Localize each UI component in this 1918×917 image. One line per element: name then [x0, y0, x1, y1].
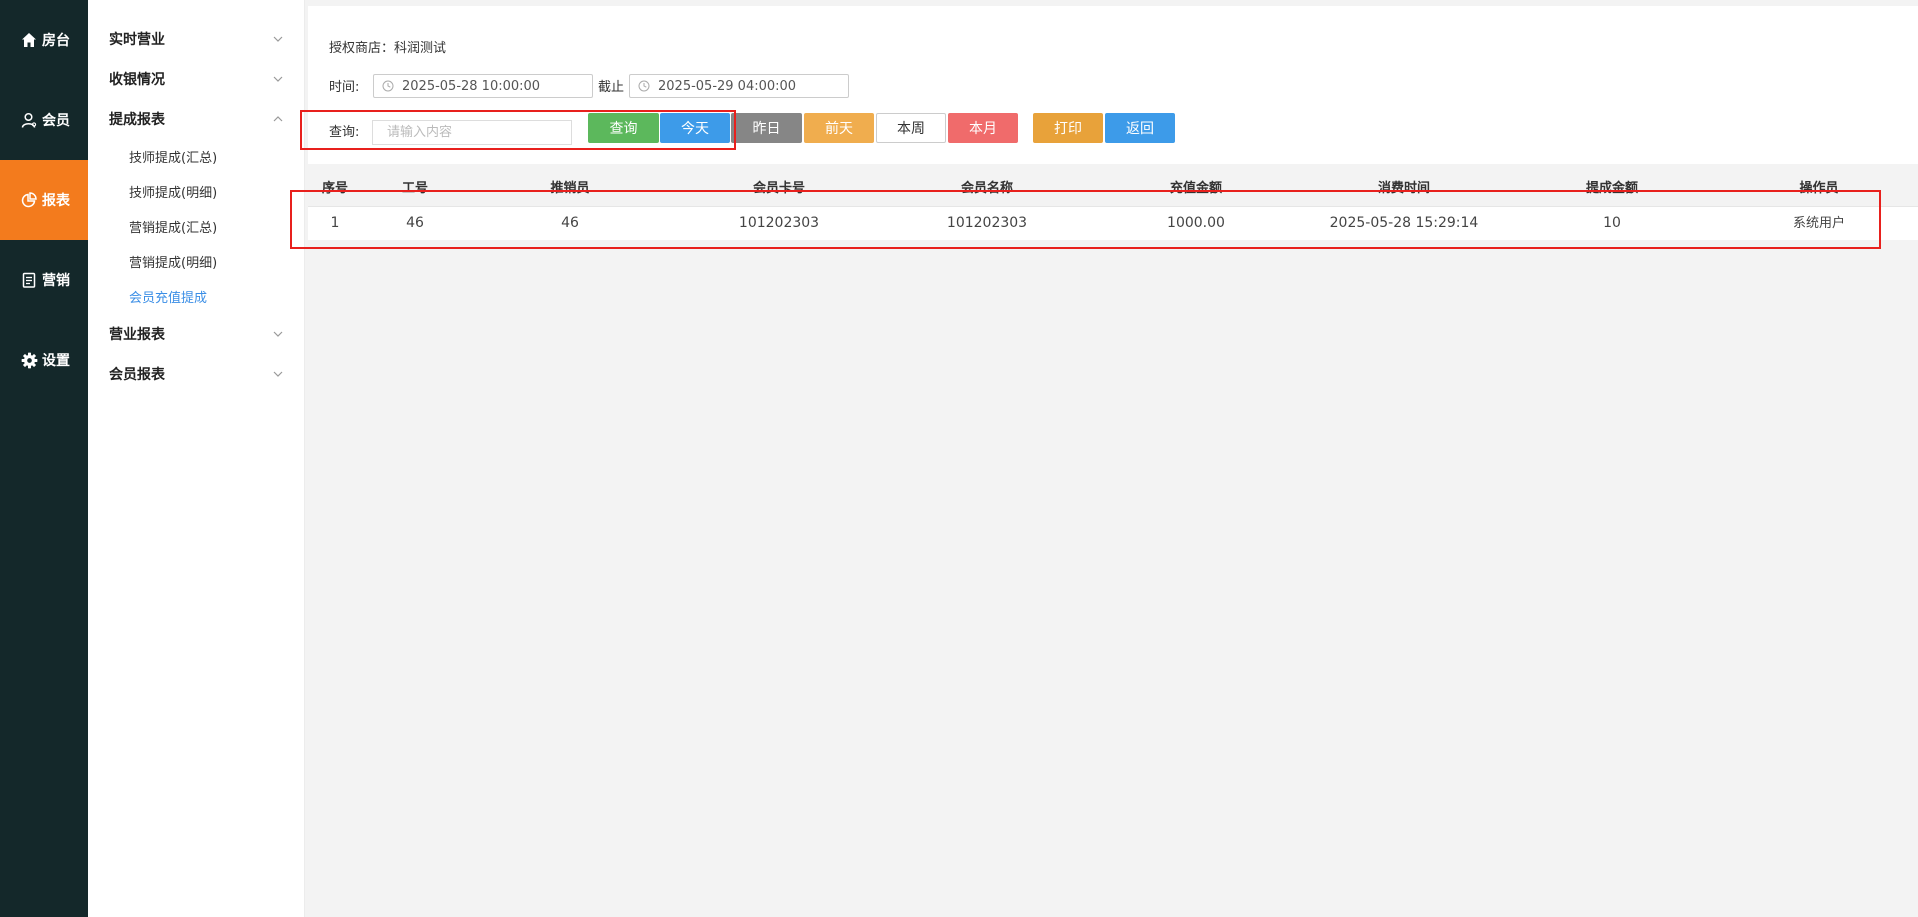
cell-recharge: 1000.00 — [1167, 215, 1225, 231]
time-label: 时间: — [329, 80, 360, 95]
menu-item-label: 技师提成(明细) — [129, 185, 218, 201]
cell-operator: 系统用户 — [1792, 216, 1846, 231]
yesterday-button[interactable]: 昨日 — [731, 113, 802, 143]
home-icon — [20, 31, 38, 49]
nav-label: 报表 — [42, 193, 70, 209]
chevron-down-icon — [273, 76, 283, 82]
sub-menu: 实时营业 收银情况 提成报表 技师提成(汇总) 技师提成(明细) 营销提成(汇总… — [88, 0, 305, 917]
table-row[interactable]: 1 46 46 101202303 101202303 1000.00 2025… — [308, 206, 1918, 240]
menu-item-tech-summary[interactable]: 技师提成(汇总) — [88, 140, 304, 172]
menu-group-label: 会员报表 — [109, 367, 165, 383]
chevron-down-icon — [273, 331, 283, 337]
clock-icon — [382, 80, 394, 92]
menu-item-sales-summary[interactable]: 营销提成(汇总) — [88, 210, 304, 242]
this-week-button[interactable]: 本周 — [876, 113, 946, 143]
start-date-value: 2025-05-28 10:00:00 — [402, 78, 541, 94]
cell-commission: 10 — [1603, 215, 1621, 231]
nav-item-reports[interactable]: 报表 — [0, 160, 88, 240]
end-date-input[interactable]: 2025-05-29 04:00:00 — [629, 74, 849, 98]
print-button[interactable]: 打印 — [1033, 113, 1103, 143]
menu-group-realtime[interactable]: 实时营业 — [88, 19, 304, 59]
table-header: 序号 工号 推销员 会员卡号 会员名称 充值金额 消费时间 提成金额 操作员 — [308, 178, 1918, 206]
menu-item-label: 营销提成(汇总) — [129, 220, 218, 236]
col-header-member-name: 会员名称 — [960, 181, 1014, 196]
chevron-down-icon — [273, 36, 283, 42]
menu-group-label: 营业报表 — [109, 327, 165, 343]
col-header-recharge: 充值金额 — [1169, 181, 1223, 196]
search-input[interactable] — [372, 120, 572, 145]
cell-staff-id: 46 — [406, 215, 424, 231]
col-header-commission: 提成金额 — [1585, 181, 1639, 196]
menu-group-label: 收银情况 — [109, 72, 165, 88]
nav-item-marketing[interactable]: 营销 — [0, 240, 88, 320]
menu-item-sales-detail[interactable]: 营销提成(明细) — [88, 245, 304, 277]
this-month-button[interactable]: 本月 — [948, 113, 1018, 143]
nav-label: 房台 — [42, 33, 70, 49]
start-date-input[interactable]: 2025-05-28 10:00:00 — [373, 74, 593, 98]
menu-group-cashier[interactable]: 收银情况 — [88, 59, 304, 99]
col-header-time: 消费时间 — [1377, 181, 1431, 196]
cell-time: 2025-05-28 15:29:14 — [1329, 215, 1479, 231]
nav-item-settings[interactable]: 设置 — [0, 320, 88, 400]
user-icon — [20, 111, 38, 129]
today-button[interactable]: 今天 — [660, 113, 730, 143]
main-nav: 房台 会员 报表 营销 设置 — [0, 0, 88, 917]
menu-group-label: 实时营业 — [109, 32, 165, 48]
clipboard-icon — [20, 271, 38, 289]
day-before-button[interactable]: 前天 — [804, 113, 874, 143]
menu-group-member-report[interactable]: 会员报表 — [88, 354, 304, 394]
nav-label: 会员 — [42, 113, 70, 129]
col-header-index: 序号 — [321, 181, 349, 196]
menu-item-tech-detail[interactable]: 技师提成(明细) — [88, 175, 304, 207]
store-name: 科润测试 — [394, 41, 447, 56]
menu-item-member-recharge[interactable]: 会员充值提成 — [88, 280, 304, 312]
search-button[interactable]: 查询 — [588, 113, 659, 143]
end-label: 截止 — [598, 80, 625, 95]
menu-item-label: 技师提成(汇总) — [129, 150, 218, 166]
nav-label: 营销 — [42, 273, 70, 289]
chevron-up-icon — [273, 116, 283, 122]
nav-label: 设置 — [42, 353, 70, 369]
nav-item-rooms[interactable]: 房台 — [0, 0, 88, 80]
store-label: 授权商店：科润测试 — [329, 37, 446, 56]
col-header-salesperson: 推销员 — [550, 181, 590, 196]
chart-icon — [20, 191, 38, 209]
clock-icon — [638, 80, 650, 92]
col-header-operator: 操作员 — [1799, 181, 1839, 196]
col-header-staff-id: 工号 — [401, 181, 429, 196]
menu-item-label: 营销提成(明细) — [129, 255, 218, 271]
menu-group-commission[interactable]: 提成报表 — [88, 99, 304, 139]
nav-item-members[interactable]: 会员 — [0, 80, 88, 160]
back-button[interactable]: 返回 — [1105, 113, 1175, 143]
cell-member-name: 101202303 — [946, 215, 1028, 231]
query-label: 查询: — [329, 125, 360, 140]
cell-salesperson: 46 — [561, 215, 579, 231]
menu-group-business[interactable]: 营业报表 — [88, 314, 304, 354]
menu-group-label: 提成报表 — [109, 112, 165, 128]
end-date-value: 2025-05-29 04:00:00 — [658, 78, 797, 94]
menu-item-label: 会员充值提成 — [129, 290, 208, 306]
gear-icon — [20, 351, 38, 369]
col-header-card-no: 会员卡号 — [752, 181, 806, 196]
chevron-down-icon — [273, 371, 283, 377]
cell-index: 1 — [330, 215, 340, 231]
cell-card-no: 101202303 — [738, 215, 820, 231]
store-label-text: 授权商店： — [329, 41, 395, 56]
